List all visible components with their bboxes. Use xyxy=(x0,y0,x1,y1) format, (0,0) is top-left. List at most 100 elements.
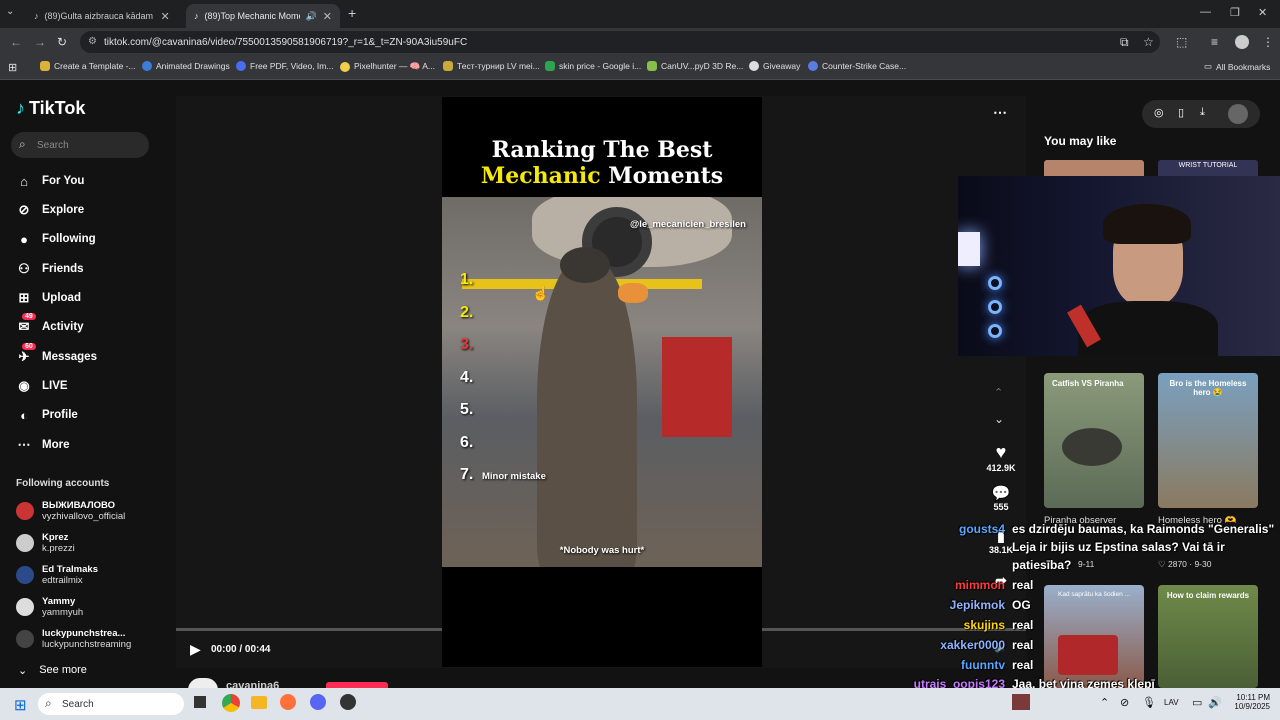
bookmark-item[interactable]: Тест-турнир LV mei... xyxy=(443,61,540,71)
url-bar[interactable]: ⚙ tiktok.com/@cavanina6/video/7550013590… xyxy=(80,31,1160,53)
firefox-icon[interactable] xyxy=(280,694,296,710)
nav-item-activity[interactable]: ✉ 49 Activity xyxy=(16,313,84,335)
more-options-icon[interactable]: ⋯ xyxy=(993,104,1007,121)
chat-message: real xyxy=(1012,578,1034,592)
bookmark-item[interactable]: Animated Drawings xyxy=(142,61,230,71)
bookmark-star-icon[interactable]: ☆ xyxy=(1143,35,1154,49)
folder-icon: ▭ xyxy=(1204,61,1213,71)
taskbar-search[interactable]: ⌕ Search xyxy=(38,693,184,715)
suggested-thumb[interactable]: WRIST TUTORIAL xyxy=(1158,160,1258,176)
extensions-icon[interactable]: ⬚ xyxy=(1176,35,1187,49)
clock[interactable]: 10:11 PM 10/9/2025 xyxy=(1228,693,1270,711)
rank-number: 2. xyxy=(460,303,474,321)
like-button[interactable]: ♥ 412.9K xyxy=(986,442,1016,473)
site-info-icon[interactable]: ⚙ xyxy=(88,36,97,47)
new-tab-icon[interactable]: + xyxy=(348,5,356,21)
tray-app-icon[interactable] xyxy=(1012,694,1030,710)
chat-message: es dzirdēju baumas, ka Raimonds "General… xyxy=(1012,522,1275,536)
nav-label: Activity xyxy=(42,321,84,333)
obs-icon[interactable] xyxy=(340,694,356,710)
nav-item-explore[interactable]: ⊘ Explore xyxy=(16,202,85,218)
suggested-thumb[interactable] xyxy=(1044,160,1144,176)
nav-item-for-you[interactable]: ⌂ For You xyxy=(16,173,84,189)
suggested-video-card[interactable]: Bro is the Homeless hero 😭 xyxy=(1158,373,1258,508)
forward-icon[interactable]: → xyxy=(34,35,46,49)
task-view-icon[interactable] xyxy=(194,696,206,708)
language-indicator[interactable]: LAV xyxy=(1164,698,1179,707)
discord-icon[interactable] xyxy=(310,694,326,710)
nav-item-friends[interactable]: ⚇ Friends xyxy=(16,261,83,277)
previous-video-icon[interactable]: ⌃ xyxy=(994,386,1003,399)
bookmark-item[interactable]: Create a Template -... xyxy=(40,61,136,71)
close-tab-icon[interactable]: ✕ xyxy=(323,10,332,23)
chrome-icon[interactable] xyxy=(222,694,240,712)
audio-icon[interactable]: 🔊 xyxy=(306,11,317,22)
nav-item-profile[interactable]: ◐ Profile xyxy=(16,407,78,423)
bookmark-label: Pixelhunter — 🧠 A... xyxy=(354,61,435,71)
chevron-up-icon[interactable]: ⌃ xyxy=(1100,696,1109,709)
bookmark-label: Create a Template -... xyxy=(54,61,136,71)
minimize-icon[interactable]: — xyxy=(1200,6,1211,18)
chat-username: gousts4 xyxy=(958,522,1005,536)
tab-2[interactable]: ♪ (89)Top Mechanic Moments 🔊 ✕ xyxy=(186,4,340,28)
video-frame[interactable]: Ranking The Best Mechanic Moments @le_me… xyxy=(442,97,762,667)
display-icon[interactable]: ▭ xyxy=(1192,696,1202,709)
nav-item-upload[interactable]: ⊞ Upload xyxy=(16,290,81,306)
rank-number: 4. xyxy=(460,368,474,386)
following-account[interactable]: Ed Tralmaks edtrailmix xyxy=(16,564,98,586)
search-input[interactable]: ⌕ Search xyxy=(11,132,149,158)
restore-icon[interactable]: ❐ xyxy=(1230,6,1240,19)
user-avatar[interactable] xyxy=(1228,104,1248,124)
next-video-icon[interactable]: ⌄ xyxy=(994,412,1004,426)
comment-button[interactable]: 💬 555 xyxy=(986,484,1016,512)
close-window-icon[interactable]: ✕ xyxy=(1258,6,1267,19)
bookmark-item[interactable]: skin price - Google i... xyxy=(545,61,641,71)
suggested-video-card[interactable]: How to claim rewards xyxy=(1158,585,1258,688)
nav-item-following[interactable]: ● Following xyxy=(16,231,96,247)
author-name[interactable]: cavanina6 xyxy=(226,680,279,688)
tiktok-logo[interactable]: ♪ TikTok xyxy=(16,98,85,119)
following-account[interactable]: luckypunchstrea... luckypunchstreaming xyxy=(16,628,131,650)
cast-icon[interactable]: ⧉ xyxy=(1120,35,1129,50)
following-account[interactable]: Yammy yammyuh xyxy=(16,596,83,618)
bookmark-item[interactable]: Pixelhunter — 🧠 A... xyxy=(340,61,435,72)
windows-start-icon[interactable]: ⊞ xyxy=(14,696,27,714)
download-icon[interactable]: ⤓ xyxy=(1200,106,1205,119)
reload-icon[interactable]: ↻ xyxy=(57,35,67,49)
media-icon[interactable]: ≡ xyxy=(1211,35,1218,49)
bookmark-item[interactable]: Counter-Strike Case... xyxy=(808,61,906,71)
avatar xyxy=(16,630,34,648)
menu-icon[interactable]: ⋮ xyxy=(1262,35,1274,49)
nav-item-messages[interactable]: ✈ 60 Messages xyxy=(16,343,97,365)
close-tab-icon[interactable]: ✕ xyxy=(161,10,170,23)
tab-1[interactable]: ♪ (89)Gulta aizbrauca kādam citam ✕ xyxy=(26,4,182,28)
device-icon[interactable]: ▯ xyxy=(1178,106,1184,119)
play-icon[interactable]: ▶ xyxy=(190,641,201,658)
upload-icon: ⊞ xyxy=(18,290,30,305)
microphone-icon[interactable]: 🎙 xyxy=(1142,696,1156,709)
back-icon[interactable]: ← xyxy=(10,35,22,49)
see-more-button[interactable]: ⌄ See more xyxy=(18,664,87,677)
suggested-video-card[interactable]: Kad saprātu ka šodien ... xyxy=(1044,585,1144,688)
suggested-video-card[interactable]: Catfish VS Piranha xyxy=(1044,373,1144,508)
bookmark-item[interactable]: Free PDF, Video, Im... xyxy=(236,61,333,71)
bookmark-item[interactable]: Giveaway xyxy=(749,61,800,71)
tab-title: (89)Top Mechanic Moments xyxy=(204,11,300,21)
following-account[interactable]: ВЫЖИВАЛОВО vyzhivallovo_official xyxy=(16,500,125,522)
network-icon[interactable]: ⊘ xyxy=(1120,696,1129,709)
rank-number: 7. xyxy=(460,466,474,483)
card-thumb-text: Bro is the Homeless hero 😭 xyxy=(1169,379,1247,397)
following-account[interactable]: Kprez k.prezzi xyxy=(16,532,75,554)
clock-date: 10/9/2025 xyxy=(1234,702,1270,711)
nav-item-more[interactable]: ⋯ More xyxy=(16,437,70,453)
profile-avatar[interactable] xyxy=(1235,35,1249,49)
video-watermark: @le_mecanicien_bresilen xyxy=(630,219,746,230)
apps-icon[interactable]: ⊞ xyxy=(8,61,17,74)
file-explorer-icon[interactable] xyxy=(251,696,267,709)
speaker-icon[interactable]: 🔊 xyxy=(1208,696,1222,709)
bookmark-item[interactable]: CanUV...pyD 3D Re... xyxy=(647,61,743,71)
all-bookmarks[interactable]: ▭ All Bookmarks xyxy=(1204,61,1270,72)
tab-search-icon[interactable]: ⌄ xyxy=(6,6,14,17)
coin-icon[interactable]: ◎ xyxy=(1154,106,1164,119)
nav-item-live[interactable]: ◉ LIVE xyxy=(16,378,67,394)
